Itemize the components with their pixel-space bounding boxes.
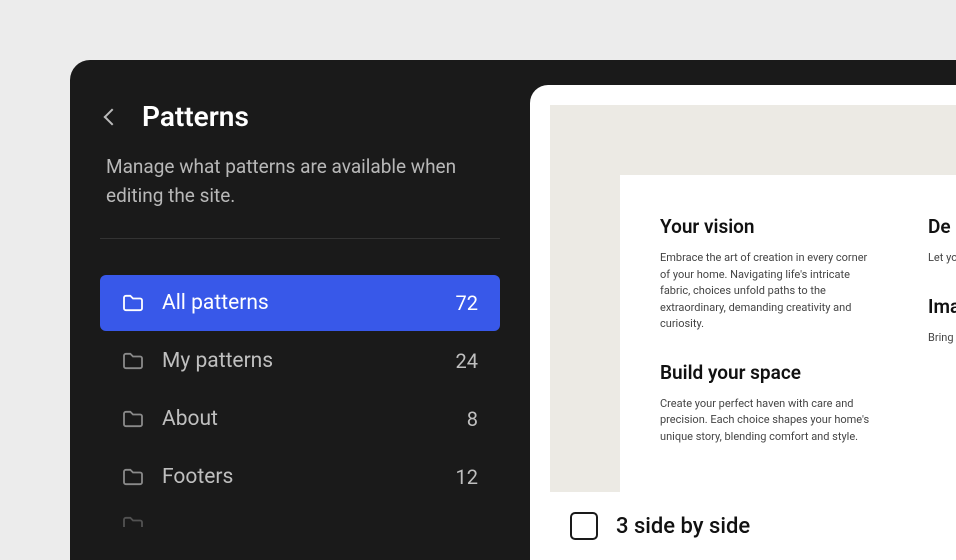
preview-block: Build your space Create your perfect hav… — [660, 361, 870, 446]
preview-panel: Your vision Embrace the art of creation … — [530, 85, 956, 560]
preview-heading: De — [928, 215, 956, 238]
sidebar-header: Patterns — [100, 100, 500, 133]
app-window: Patterns Manage what patterns are availa… — [70, 60, 956, 560]
preview-block: Ima Bring desig reflec — [928, 295, 956, 347]
folder-icon — [122, 352, 144, 370]
pattern-name-label: 3 side by side — [616, 514, 750, 539]
preview-body: Embrace the art of creation in every cor… — [660, 250, 870, 333]
preview-heading: Ima — [928, 295, 956, 318]
sidebar-item-count: 12 — [456, 465, 478, 489]
preview-heading: Your vision — [660, 215, 870, 238]
page-subtitle: Manage what patterns are available when … — [100, 153, 500, 210]
sidebar-item-partial[interactable] — [100, 507, 500, 527]
preview-canvas: Your vision Embrace the art of creation … — [550, 105, 956, 492]
preview-heading: Build your space — [660, 361, 870, 384]
preview-body: Let yo space home — [928, 250, 956, 267]
sidebar-item-count: 24 — [456, 349, 478, 373]
sidebar-item-footers[interactable]: Footers 12 — [100, 449, 500, 505]
sidebar-item-label: My patterns — [162, 349, 456, 373]
preview-body: Create your perfect haven with care and … — [660, 396, 870, 446]
divider — [100, 238, 500, 239]
preview-block: Your vision Embrace the art of creation … — [660, 215, 870, 333]
sidebar-item-all-patterns[interactable]: All patterns 72 — [100, 275, 500, 331]
preview-block: De Let yo space home — [928, 215, 956, 267]
preview-column: De Let yo space home Ima Bring desig ref… — [928, 215, 956, 473]
preview-column: Your vision Embrace the art of creation … — [660, 215, 870, 473]
folder-icon — [122, 410, 144, 428]
back-chevron-icon[interactable] — [104, 108, 121, 125]
sidebar-item-about[interactable]: About 8 — [100, 391, 500, 447]
sidebar: Patterns Manage what patterns are availa… — [70, 60, 530, 560]
sidebar-item-my-patterns[interactable]: My patterns 24 — [100, 333, 500, 389]
preview-footer: 3 side by side — [530, 492, 956, 560]
sidebar-item-count: 72 — [456, 291, 478, 315]
sidebar-item-label: Footers — [162, 465, 456, 489]
page-title: Patterns — [142, 100, 249, 133]
sidebar-item-label: About — [162, 407, 467, 431]
pattern-preview-card: Your vision Embrace the art of creation … — [620, 175, 956, 492]
folder-icon — [122, 468, 144, 486]
folder-icon — [122, 516, 144, 527]
sidebar-item-label: All patterns — [162, 291, 456, 315]
sidebar-item-count: 8 — [467, 407, 478, 431]
pattern-category-list: All patterns 72 My patterns 24 About 8 — [100, 275, 500, 527]
preview-body: Bring desig reflec — [928, 330, 956, 347]
folder-icon — [122, 294, 144, 312]
pattern-select-checkbox[interactable] — [570, 512, 598, 540]
